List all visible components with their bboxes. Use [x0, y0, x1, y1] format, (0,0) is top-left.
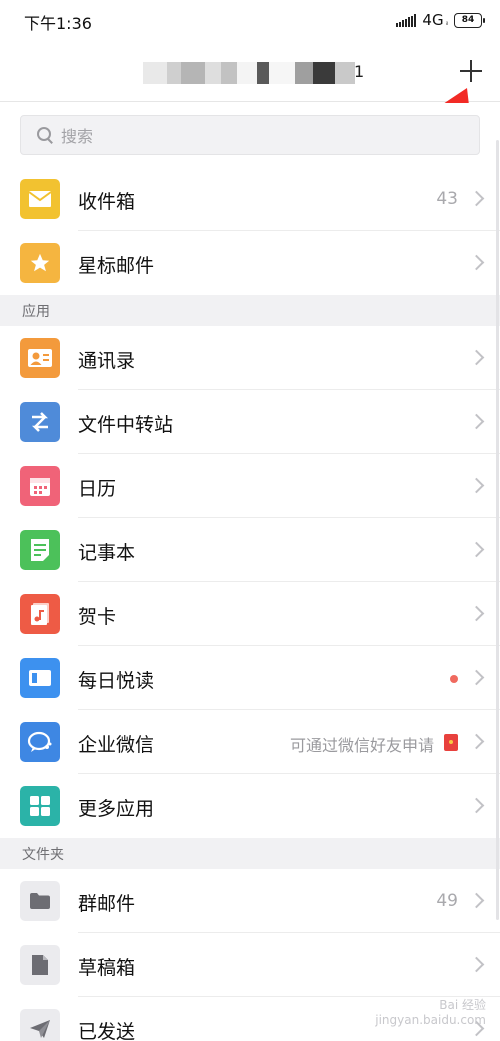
list-item-inbox[interactable]: 收件箱 43	[0, 167, 500, 231]
contacts-icon	[20, 338, 60, 378]
wework-icon	[20, 722, 60, 762]
chevron-right-icon	[468, 892, 485, 909]
wework-hint: 可通过微信好友申请	[289, 736, 434, 755]
list-item-more-apps[interactable]: 更多应用	[0, 774, 500, 838]
list-item-starred[interactable]: 星标邮件	[0, 231, 500, 295]
inbox-icon	[20, 179, 60, 219]
unread-count: 43	[436, 189, 458, 209]
list-item-drafts[interactable]: 草稿箱	[0, 933, 500, 997]
list-item-label: 群邮件	[78, 893, 136, 915]
list-item-notes[interactable]: 记事本	[0, 518, 500, 582]
battery-icon: 84	[454, 12, 485, 28]
chevron-right-icon	[468, 956, 485, 973]
list-item-label: 已发送	[78, 1021, 136, 1041]
status-time: 下午1:36	[24, 14, 92, 33]
network-activity: ᵢₗ	[445, 19, 448, 27]
star-icon	[20, 243, 60, 283]
chevron-right-icon	[468, 413, 485, 430]
chevron-right-icon	[468, 605, 485, 622]
draft-icon	[20, 945, 60, 985]
section-header-folders: 文件夹	[0, 838, 500, 869]
list-item-label: 通讯录	[78, 350, 136, 372]
transfer-icon	[20, 402, 60, 442]
chevron-right-icon	[468, 733, 485, 750]
list-item-contacts[interactable]: 通讯录	[0, 326, 500, 390]
new-badge-dot	[450, 675, 458, 683]
status-bar: 下午1:36 4G ᵢₗ 84	[0, 0, 500, 42]
list-item-label: 草稿箱	[78, 957, 136, 979]
section-label: 应用	[22, 304, 50, 320]
list-item-label: 每日悦读	[78, 670, 155, 692]
watermark-line1: Bai 经验	[439, 998, 486, 1013]
battery-level: 84	[461, 15, 475, 25]
chevron-right-icon	[468, 477, 485, 494]
list-item-label: 企业微信	[78, 734, 155, 756]
watermark-logo: Bai 经验 jingyan.baidu.com	[375, 998, 486, 1027]
list-item-label: 贺卡	[78, 606, 117, 628]
account-title-suffix: 1	[354, 62, 365, 81]
section-label: 文件夹	[22, 847, 64, 863]
status-indicators: 4G ᵢₗ 84	[395, 11, 485, 29]
section-header-apps: 应用	[0, 295, 500, 326]
list-item-group-mail[interactable]: 群邮件 49	[0, 869, 500, 933]
list-item-label: 日历	[78, 478, 117, 500]
list-item-daily-reading[interactable]: 每日悦读	[0, 646, 500, 710]
red-packet-icon	[444, 734, 458, 751]
search-input[interactable]: 搜索	[20, 115, 480, 155]
unread-count: 49	[436, 891, 458, 911]
list-item-wework[interactable]: 企业微信 可通过微信好友申请	[0, 710, 500, 774]
more-apps-icon	[20, 786, 60, 826]
chevron-right-icon	[468, 541, 485, 558]
list-item-greeting-card[interactable]: 贺卡	[0, 582, 500, 646]
chevron-right-icon	[468, 190, 485, 207]
greeting-card-icon	[20, 594, 60, 634]
account-title-redacted	[143, 62, 355, 84]
list-item-file-transfer[interactable]: 文件中转站	[0, 390, 500, 454]
chevron-right-icon	[468, 254, 485, 271]
search-placeholder: 搜索	[61, 127, 94, 146]
search-icon	[35, 125, 55, 145]
sent-icon	[20, 1009, 60, 1041]
folder-icon	[20, 881, 60, 921]
list-item-label: 记事本	[78, 542, 136, 564]
chevron-right-icon	[468, 797, 485, 814]
list-item-label: 收件箱	[78, 191, 136, 213]
list-item-label: 更多应用	[78, 798, 155, 820]
watermark-line2: jingyan.baidu.com	[375, 1012, 486, 1027]
network-type: 4G	[422, 11, 444, 29]
list-item-label: 文件中转站	[78, 414, 174, 436]
signal-icon	[395, 13, 417, 27]
calendar-icon	[20, 466, 60, 506]
notes-icon	[20, 530, 60, 570]
scrollbar[interactable]	[496, 140, 499, 920]
reading-icon	[20, 658, 60, 698]
chevron-right-icon	[468, 349, 485, 366]
list-item-label: 星标邮件	[78, 255, 155, 277]
chevron-right-icon	[468, 669, 485, 686]
list-item-calendar[interactable]: 日历	[0, 454, 500, 518]
search-area: 搜索	[0, 103, 500, 167]
